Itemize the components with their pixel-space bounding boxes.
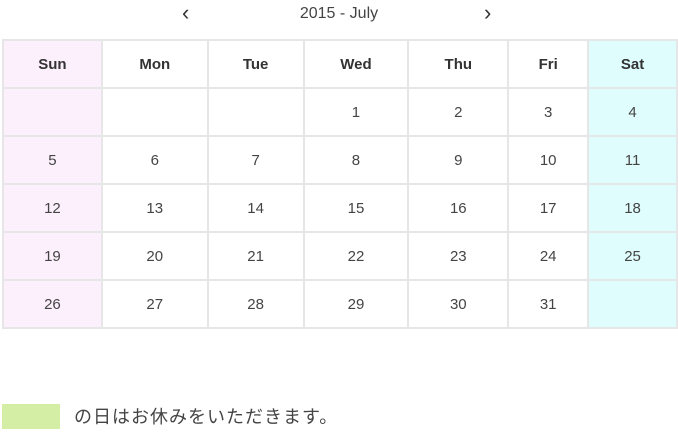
day-cell[interactable]: 23 [407,231,510,281]
day-cell[interactable]: 1 [302,87,410,137]
day-cell[interactable]: 30 [407,279,510,329]
day-cell[interactable]: 4 [587,87,678,137]
day-cell[interactable]: 26 [2,279,103,329]
calendar-nav: ‹ 2015 - July › [0,0,678,30]
day-cell[interactable]: 31 [507,279,590,329]
day-cell[interactable]: 19 [2,231,103,281]
weekday-mon: Mon [100,39,209,89]
day-cell[interactable]: 15 [302,183,410,233]
legend: の日はお休みをいただきます。 [2,403,338,429]
day-cell[interactable]: 13 [100,183,209,233]
weekday-thu: Thu [407,39,510,89]
day-cell[interactable]: 17 [507,183,590,233]
day-cell[interactable]: 3 [507,87,590,137]
weekday-sat: Sat [587,39,678,89]
day-cell[interactable]: 20 [100,231,209,281]
week-row: 1234 [2,87,678,137]
day-cell[interactable]: 24 [507,231,590,281]
weekday-sun: Sun [2,39,103,89]
day-cell[interactable]: 9 [407,135,510,185]
day-cell[interactable]: 5 [2,135,103,185]
day-cell [2,87,103,137]
day-cell[interactable]: 14 [206,183,305,233]
weekday-wed: Wed [302,39,410,89]
day-cell[interactable]: 12 [2,183,103,233]
day-cell [100,87,209,137]
day-cell[interactable]: 18 [587,183,678,233]
day-cell[interactable]: 7 [206,135,305,185]
day-cell [587,279,678,329]
day-cell[interactable]: 22 [302,231,410,281]
week-row: 19 20 21 22 23 24 25 [2,231,678,281]
day-cell[interactable]: 28 [206,279,305,329]
day-cell[interactable]: 10 [507,135,590,185]
day-cell [206,87,305,137]
day-cell[interactable]: 2 [407,87,510,137]
day-cell[interactable]: 6 [100,135,209,185]
day-cell[interactable]: 8 [302,135,410,185]
week-row: 12 13 14 15 16 17 18 [2,183,678,233]
week-row: 26 27 28 29 30 31 [2,279,678,329]
weekday-header: Sun Mon Tue Wed Thu Fri Sat [2,39,678,89]
day-cell[interactable]: 16 [407,183,510,233]
day-cell[interactable]: 29 [302,279,410,329]
day-cell[interactable]: 27 [100,279,209,329]
day-cell[interactable]: 25 [587,231,678,281]
day-cell[interactable]: 11 [587,135,678,185]
legend-text: の日はお休みをいただきます。 [74,407,339,427]
weekday-tue: Tue [206,39,305,89]
day-cell[interactable]: 21 [206,231,305,281]
week-row: 5 6 7 8 9 10 11 [2,135,678,185]
next-month-button[interactable]: › [484,2,491,24]
weekday-fri: Fri [507,39,590,89]
month-title: 2015 - July [299,5,379,22]
calendar-grid: Sun Mon Tue Wed Thu Fri Sat 1 2 3 4 5 6 7 8 9 10 11 12 13 1… [2,39,678,329]
holiday-color-swatch [2,403,60,429]
